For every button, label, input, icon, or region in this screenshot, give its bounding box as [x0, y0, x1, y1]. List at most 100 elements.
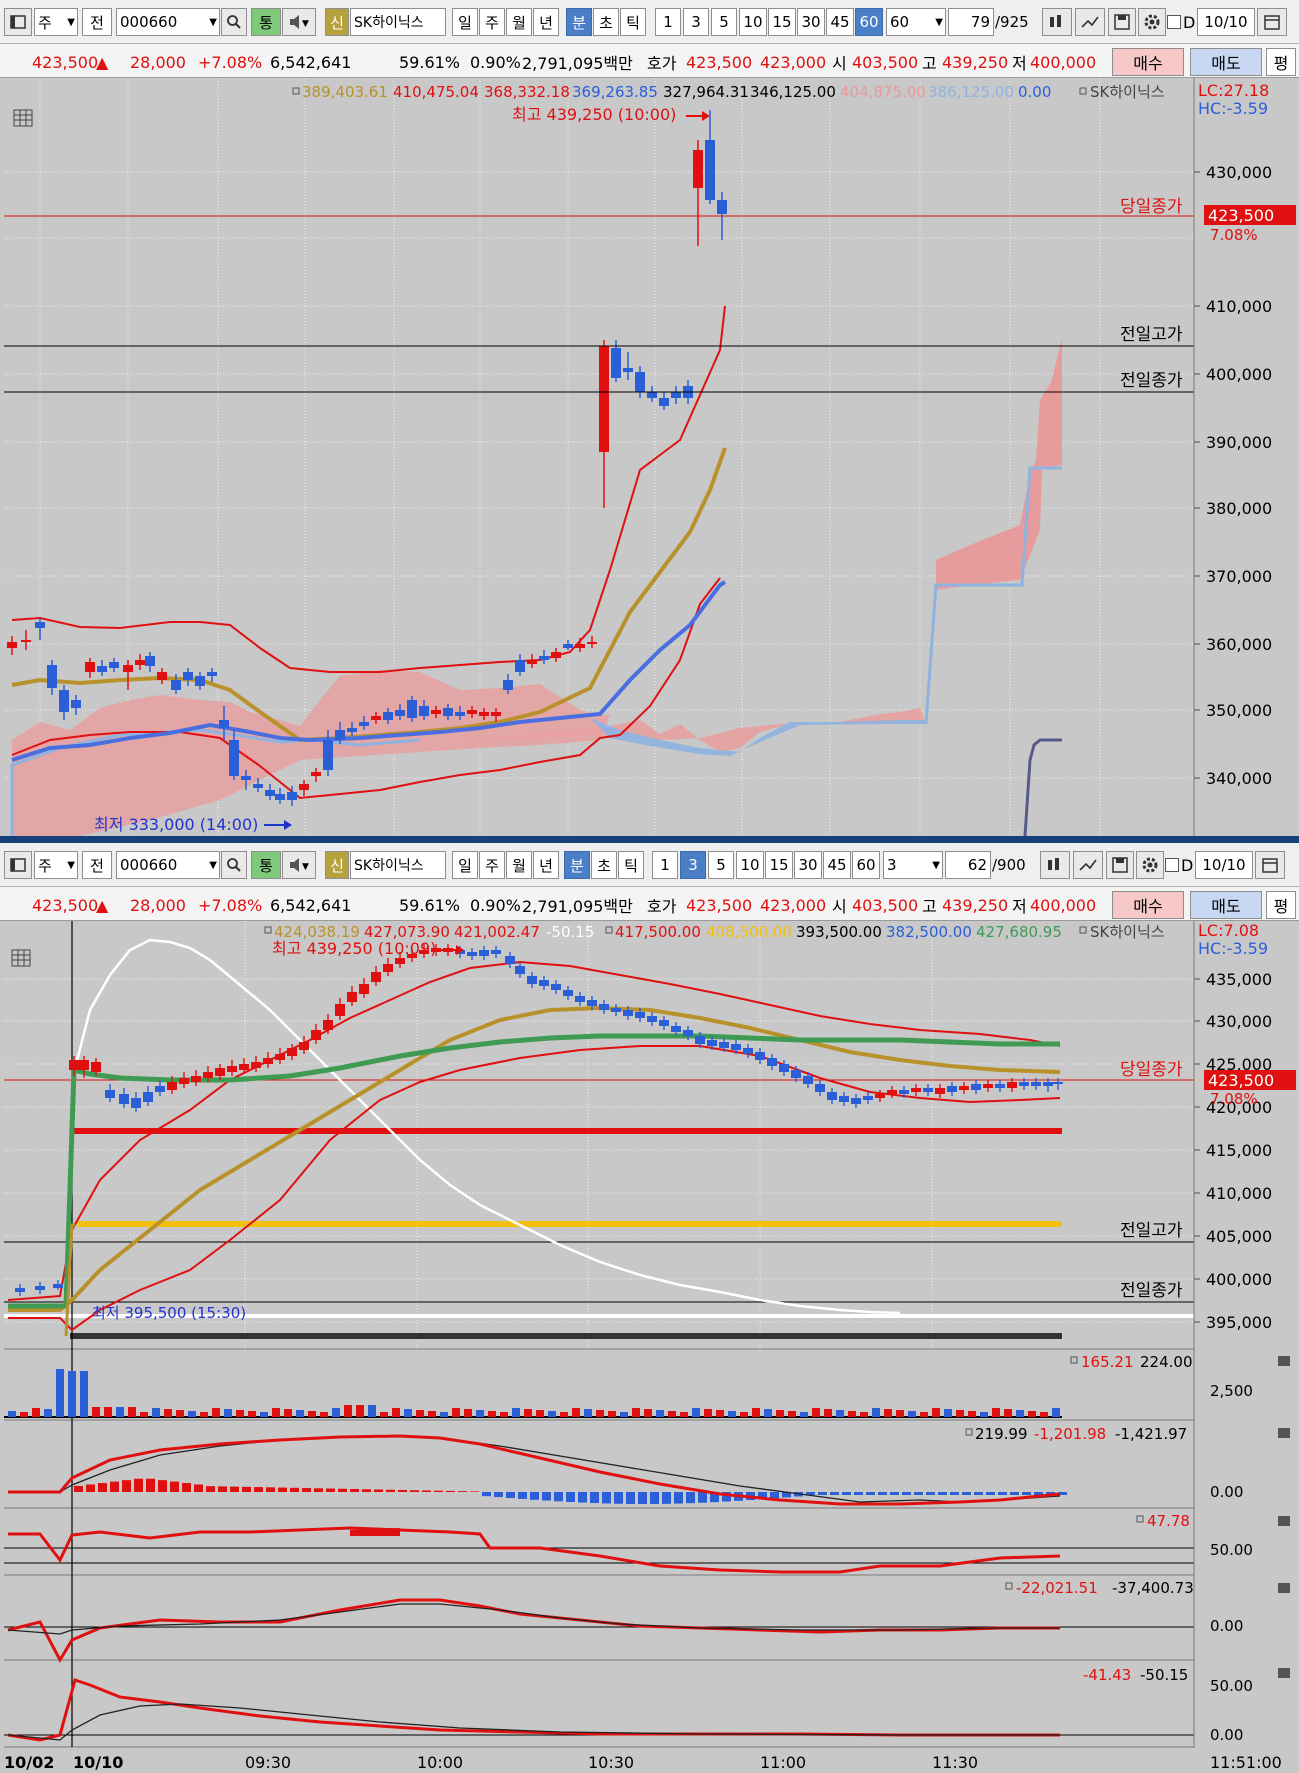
- d-checkbox[interactable]: [1165, 858, 1179, 872]
- period-minute[interactable]: 분: [564, 851, 590, 879]
- sell-button[interactable]: 매도: [1190, 891, 1262, 919]
- window-icon[interactable]: [4, 8, 32, 36]
- price-chart-3min[interactable]: 435,000430,000425,000420,000415,000410,0…: [0, 921, 1299, 1773]
- code-input[interactable]: 000660 ▼: [116, 8, 220, 36]
- close-icon[interactable]: [1278, 1668, 1290, 1678]
- macd-bar: [650, 1492, 659, 1504]
- volume-bar: [188, 1411, 196, 1417]
- pane-divider[interactable]: [0, 836, 1299, 843]
- cursor-icon[interactable]: [1073, 851, 1103, 879]
- svg-text:-37,400.73: -37,400.73: [1112, 1579, 1194, 1597]
- minute-45[interactable]: 45: [826, 8, 854, 36]
- d-checkbox[interactable]: [1167, 15, 1181, 29]
- minute-15[interactable]: 15: [765, 851, 793, 879]
- save-icon[interactable]: [1108, 8, 1136, 36]
- window-icon[interactable]: [4, 851, 32, 879]
- period-tick[interactable]: 틱: [618, 851, 644, 879]
- gear-icon[interactable]: [1138, 8, 1166, 36]
- minute-60[interactable]: 60: [852, 851, 880, 879]
- interval-select[interactable]: 3 ▼: [883, 851, 943, 879]
- high-label: 고: [922, 54, 937, 73]
- gear-icon[interactable]: [1136, 851, 1164, 879]
- cursor-icon[interactable]: [1075, 8, 1105, 36]
- macd-bar: [338, 1488, 347, 1492]
- svg-text:▼: ▼: [302, 862, 309, 872]
- minute-30[interactable]: 30: [794, 851, 822, 879]
- minute-60[interactable]: 60: [855, 8, 883, 36]
- period-second[interactable]: 초: [593, 8, 619, 36]
- high-label: 고: [922, 897, 937, 916]
- code-input[interactable]: 000660 ▼: [116, 851, 220, 879]
- minute-3[interactable]: 3: [683, 8, 709, 36]
- bars-icon[interactable]: [1042, 8, 1072, 36]
- macd-bar: [662, 1492, 671, 1504]
- minute-30[interactable]: 30: [797, 8, 825, 36]
- price-chart-60min[interactable]: 430,000 410,000 400,000 390,000 380,000 370,0…: [0, 78, 1299, 836]
- calendar-icon[interactable]: [1255, 851, 1285, 879]
- count-input[interactable]: 62: [945, 851, 991, 879]
- tong-button[interactable]: 통: [251, 851, 281, 879]
- close-icon[interactable]: [1278, 1356, 1290, 1366]
- interval-select[interactable]: 60 ▼: [886, 8, 946, 36]
- price-tag: 423,500: [1208, 1071, 1274, 1090]
- search-icon[interactable]: [221, 8, 247, 36]
- macd-bar: [950, 1492, 959, 1495]
- type-select[interactable]: 주 ▼: [34, 8, 78, 36]
- period-month[interactable]: 월: [506, 851, 532, 879]
- flat-button[interactable]: 평: [1266, 48, 1296, 76]
- calendar-icon[interactable]: [1257, 8, 1287, 36]
- macd-bar: [962, 1492, 971, 1495]
- minute-5[interactable]: 5: [708, 851, 734, 879]
- volume-bar: [68, 1371, 76, 1417]
- period-tick[interactable]: 틱: [620, 8, 646, 36]
- stock-name-field[interactable]: SK하이닉스: [350, 8, 446, 36]
- buy-button[interactable]: 매수: [1112, 891, 1184, 919]
- axis-tick: 395,000: [1206, 1313, 1272, 1332]
- flat-button[interactable]: 평: [1266, 891, 1296, 919]
- period-second[interactable]: 초: [591, 851, 617, 879]
- minute-1[interactable]: 1: [652, 851, 678, 879]
- search-icon[interactable]: [221, 851, 247, 879]
- bars-icon[interactable]: [1040, 851, 1070, 879]
- prev-button[interactable]: 전: [82, 8, 112, 36]
- minute-10[interactable]: 10: [739, 8, 767, 36]
- period-year[interactable]: 년: [533, 8, 559, 36]
- sell-button[interactable]: 매도: [1190, 48, 1262, 76]
- minute-1[interactable]: 1: [655, 8, 681, 36]
- minute-10[interactable]: 10: [736, 851, 764, 879]
- prev-button[interactable]: 전: [82, 851, 112, 879]
- date-field[interactable]: 10/10: [1197, 8, 1255, 36]
- toolbar: 주 ▼ 전 000660 ▼ 통 ▼ 신 SK하이닉스 일 주 월 년 분 초 틱 …: [0, 0, 1299, 44]
- close-icon[interactable]: [1278, 1516, 1290, 1526]
- period-day[interactable]: 일: [452, 851, 478, 879]
- svg-text:427,073.90: 427,073.90: [364, 923, 450, 941]
- volume-bar: [812, 1408, 820, 1417]
- macd-bar: [170, 1481, 179, 1492]
- price-change-pct: +7.08%: [198, 52, 263, 72]
- period-week[interactable]: 주: [479, 851, 505, 879]
- macd-bar: [206, 1486, 215, 1492]
- count-input[interactable]: 79: [948, 8, 994, 36]
- minute-5[interactable]: 5: [711, 8, 737, 36]
- close-icon[interactable]: [1278, 1583, 1290, 1593]
- period-month[interactable]: 월: [506, 8, 532, 36]
- speaker-icon[interactable]: ▼: [282, 851, 316, 879]
- period-week[interactable]: 주: [479, 8, 505, 36]
- svg-text:417,500.00: 417,500.00: [615, 923, 701, 941]
- date-field[interactable]: 10/10: [1195, 851, 1253, 879]
- time-tick: 10:30: [588, 1753, 634, 1772]
- type-select[interactable]: 주 ▼: [34, 851, 78, 879]
- tong-button[interactable]: 통: [251, 8, 281, 36]
- stock-name-field[interactable]: SK하이닉스: [350, 851, 446, 879]
- period-year[interactable]: 년: [533, 851, 559, 879]
- minute-15[interactable]: 15: [768, 8, 796, 36]
- minute-3[interactable]: 3: [680, 851, 706, 879]
- volume-bar: [716, 1410, 724, 1417]
- speaker-icon[interactable]: ▼: [282, 8, 316, 36]
- save-icon[interactable]: [1106, 851, 1134, 879]
- minute-45[interactable]: 45: [823, 851, 851, 879]
- buy-button[interactable]: 매수: [1112, 48, 1184, 76]
- close-icon[interactable]: [1278, 1428, 1290, 1438]
- period-minute[interactable]: 분: [566, 8, 592, 36]
- period-day[interactable]: 일: [452, 8, 478, 36]
